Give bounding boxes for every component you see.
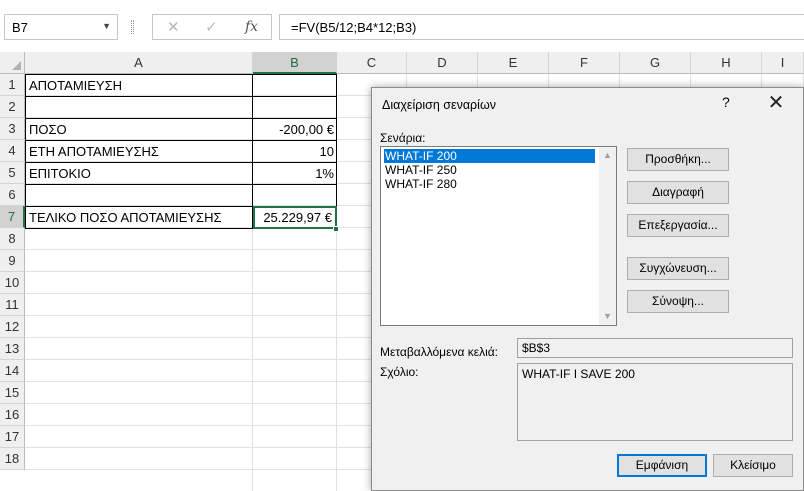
cell-B4[interactable]: 10 bbox=[253, 141, 336, 163]
close-icon[interactable]: ✕ bbox=[763, 90, 789, 116]
active-cell-outline bbox=[253, 206, 337, 229]
cell-A7[interactable]: ΤΕΛΙΚΟ ΠΟΣΟ ΑΠΟΤΑΜΙΕΥΣΗΣ bbox=[26, 207, 252, 229]
cell-A4[interactable]: ΕΤΗ ΑΠΟΤΑΜΙΕΥΣΗΣ bbox=[26, 141, 252, 163]
dialog-title: Διαχείριση σεναρίων bbox=[382, 98, 496, 112]
column-header-e[interactable]: E bbox=[478, 52, 549, 74]
formula-buttons: ✕ ✓ fx bbox=[152, 14, 272, 40]
row-header-15[interactable]: 15 bbox=[0, 382, 25, 404]
name-box-value: B7 bbox=[12, 20, 28, 35]
list-item[interactable]: WHAT-IF 200 bbox=[384, 149, 595, 163]
row-header-1[interactable]: 1 bbox=[0, 74, 25, 96]
summary-button[interactable]: Σύνοψη... bbox=[627, 290, 729, 313]
help-icon[interactable]: ? bbox=[722, 94, 730, 110]
name-box[interactable]: B7 ▼ bbox=[4, 14, 118, 40]
column-header-c[interactable]: C bbox=[337, 52, 407, 74]
comment-label: Σχόλιο: bbox=[380, 365, 419, 379]
row-header-18[interactable]: 18 bbox=[0, 448, 25, 470]
scenario-manager-dialog: Διαχείριση σεναρίων ? ✕ Σενάρια: WHAT-IF… bbox=[371, 87, 804, 491]
row-header-11[interactable]: 11 bbox=[0, 294, 25, 316]
row-header-3[interactable]: 3 bbox=[0, 118, 25, 140]
insert-function-icon[interactable]: fx bbox=[245, 19, 258, 35]
row-header-10[interactable]: 10 bbox=[0, 272, 25, 294]
scenarios-list[interactable]: WHAT-IF 200 WHAT-IF 250 WHAT-IF 280 ▲ ▼ bbox=[380, 146, 617, 326]
changing-cells-field: $B$3 bbox=[517, 338, 793, 358]
cancel-icon[interactable]: ✕ bbox=[167, 18, 180, 36]
row-header-14[interactable]: 14 bbox=[0, 360, 25, 382]
fill-handle[interactable] bbox=[333, 226, 339, 232]
list-item[interactable]: WHAT-IF 250 bbox=[384, 163, 595, 177]
row-header-2[interactable]: 2 bbox=[0, 96, 25, 118]
formula-bar: B7 ▼ ✕ ✓ fx =FV(B5/12;B4*12;B3) bbox=[0, 0, 804, 56]
enter-icon[interactable]: ✓ bbox=[205, 18, 218, 36]
row-header-7[interactable]: 7 bbox=[0, 206, 25, 228]
column-header-a[interactable]: A bbox=[25, 52, 253, 74]
add-button[interactable]: Προσθήκη... bbox=[627, 148, 729, 171]
list-scrollbar[interactable]: ▲ ▼ bbox=[599, 147, 616, 325]
cell-A5[interactable]: ΕΠΙΤΟΚΙΟ bbox=[26, 163, 252, 185]
chevron-down-icon[interactable]: ▼ bbox=[102, 21, 111, 31]
delete-button[interactable]: Διαγραφή bbox=[627, 181, 729, 204]
row-header-4[interactable]: 4 bbox=[0, 140, 25, 162]
row-header-8[interactable]: 8 bbox=[0, 228, 25, 250]
row-header-9[interactable]: 9 bbox=[0, 250, 25, 272]
comment-field: WHAT-IF I SAVE 200 bbox=[517, 363, 793, 441]
select-all-button[interactable] bbox=[0, 52, 25, 74]
column-header-f[interactable]: F bbox=[549, 52, 620, 74]
merge-button[interactable]: Συγχώνευση... bbox=[627, 257, 729, 280]
row-header-13[interactable]: 13 bbox=[0, 338, 25, 360]
formula-text: =FV(B5/12;B4*12;B3) bbox=[291, 20, 417, 35]
cell-A3[interactable]: ΠΟΣΟ bbox=[26, 119, 252, 141]
row-header-12[interactable]: 12 bbox=[0, 316, 25, 338]
formula-input[interactable]: =FV(B5/12;B4*12;B3) bbox=[279, 14, 804, 40]
edit-button[interactable]: Επεξεργασία... bbox=[627, 214, 729, 237]
list-item[interactable]: WHAT-IF 280 bbox=[384, 177, 595, 191]
row-header-6[interactable]: 6 bbox=[0, 184, 25, 206]
scenarios-label: Σενάρια: bbox=[380, 131, 426, 145]
row-header-17[interactable]: 17 bbox=[0, 426, 25, 448]
column-header-h[interactable]: H bbox=[691, 52, 762, 74]
chevron-down-icon[interactable]: ▼ bbox=[599, 308, 616, 325]
show-button[interactable]: Εμφάνιση bbox=[617, 454, 707, 477]
formula-bar-grip[interactable] bbox=[131, 20, 134, 34]
row-header-16[interactable]: 16 bbox=[0, 404, 25, 426]
chevron-up-icon[interactable]: ▲ bbox=[599, 147, 616, 164]
cell-B5[interactable]: 1% bbox=[253, 163, 336, 185]
column-header-d[interactable]: D bbox=[407, 52, 478, 74]
column-header-i[interactable]: I bbox=[762, 52, 804, 74]
changing-cells-label: Μεταβαλλόμενα κελιά: bbox=[380, 345, 499, 359]
column-header-g[interactable]: G bbox=[620, 52, 691, 74]
column-header-b[interactable]: B bbox=[253, 52, 337, 74]
close-button[interactable]: Κλείσιμο bbox=[713, 454, 793, 477]
row-header-5[interactable]: 5 bbox=[0, 162, 25, 184]
cell-A1[interactable]: ΑΠΟΤΑΜΙΕΥΣΗ bbox=[26, 75, 252, 97]
cell-B3[interactable]: -200,00 € bbox=[253, 119, 336, 141]
